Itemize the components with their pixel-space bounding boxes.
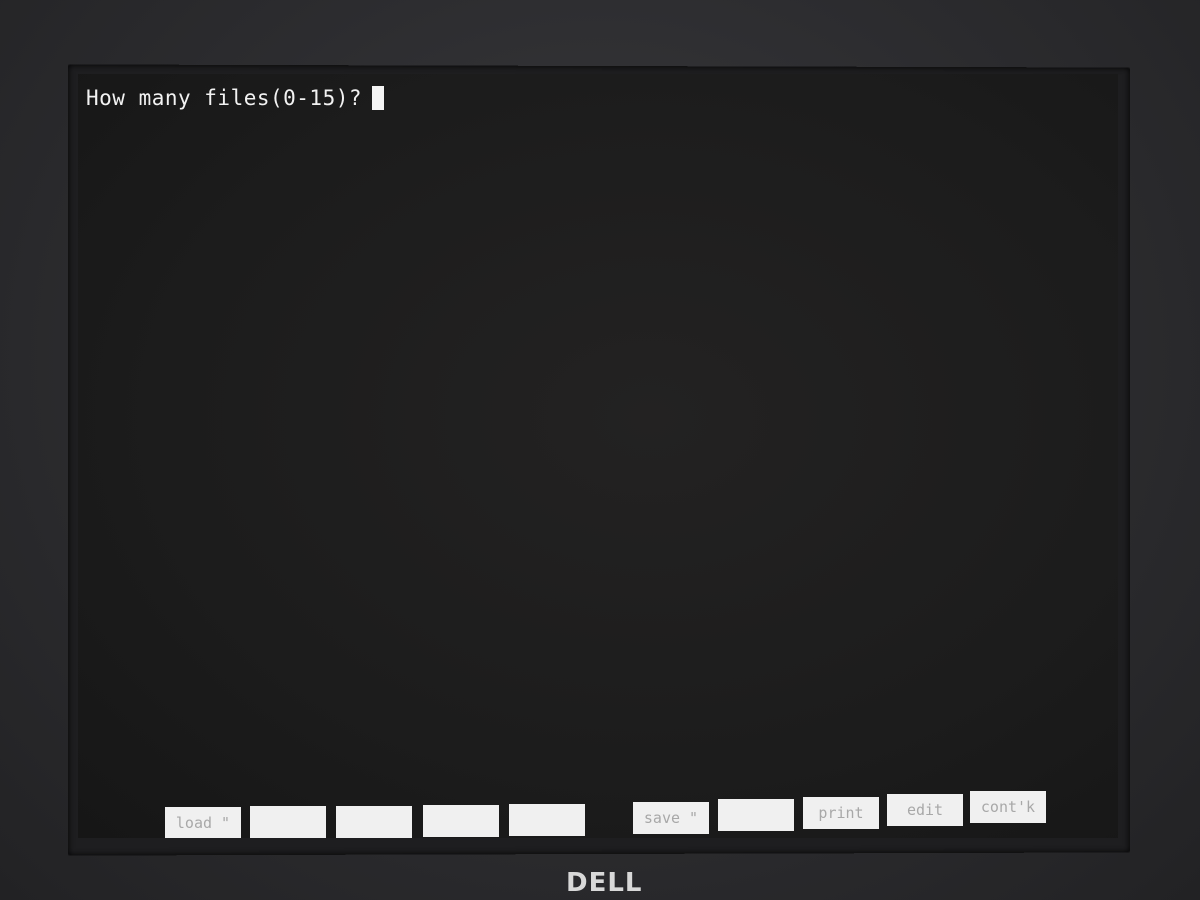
- softkey-bar: load " save " print edit cont'k: [78, 74, 1118, 838]
- prompt-line: How many files(0-15)?: [86, 86, 385, 110]
- softkey-f7[interactable]: [718, 799, 794, 831]
- softkey-print[interactable]: print: [803, 797, 879, 829]
- softkey-save[interactable]: save ": [633, 802, 709, 834]
- softkey-f4[interactable]: [423, 805, 499, 837]
- softkey-edit[interactable]: edit: [887, 794, 963, 826]
- monitor-frame: How many files(0-15)? load " save " prin…: [0, 0, 1200, 900]
- terminal-screen[interactable]: How many files(0-15)? load " save " prin…: [78, 74, 1118, 838]
- prompt-text: How many files(0-15)?: [86, 86, 363, 110]
- text-cursor[interactable]: [372, 86, 385, 110]
- softkey-f5[interactable]: [509, 804, 585, 836]
- dell-logo: DELL: [566, 868, 643, 898]
- softkey-cont[interactable]: cont'k: [970, 791, 1046, 823]
- softkey-f3[interactable]: [336, 806, 412, 838]
- softkey-f2[interactable]: [250, 806, 326, 838]
- softkey-load[interactable]: load ": [165, 807, 241, 838]
